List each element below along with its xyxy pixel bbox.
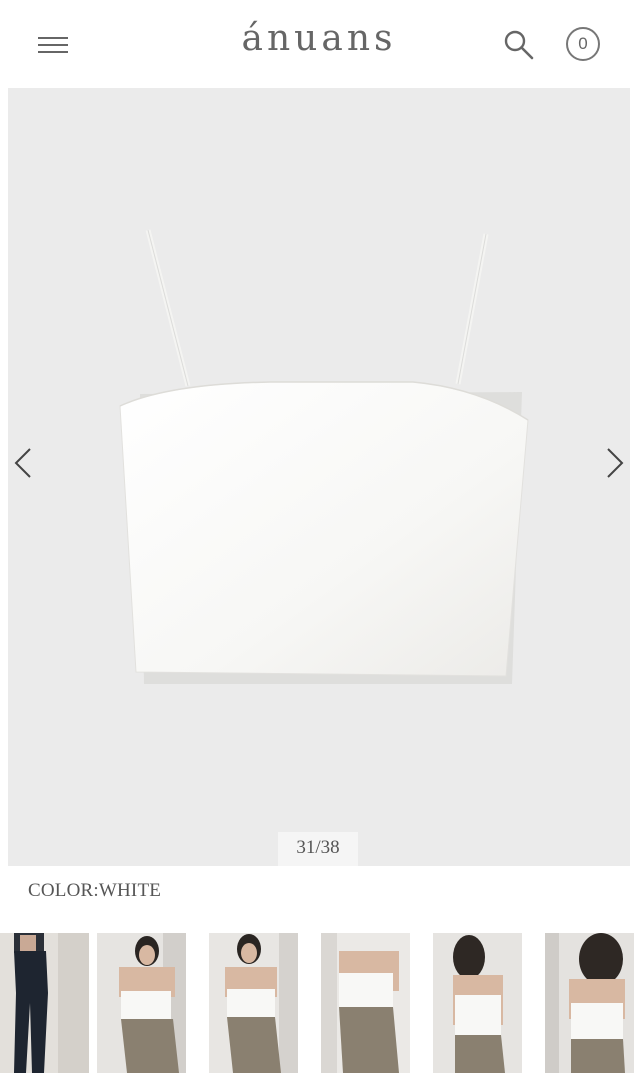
chevron-left-icon[interactable] xyxy=(10,443,40,483)
color-label: COLOR:WHITE xyxy=(28,880,162,901)
product-image-gallery[interactable]: 31/38 xyxy=(8,88,630,866)
brand-logo[interactable]: ánuans xyxy=(0,18,638,59)
cart-button[interactable]: 0 xyxy=(566,27,600,61)
image-counter: 31/38 xyxy=(278,832,358,866)
thumbnail-6[interactable] xyxy=(545,933,634,1073)
thumbnail-3[interactable] xyxy=(209,933,298,1073)
thumbnail-strip xyxy=(0,933,638,1073)
thumbnail-2[interactable] xyxy=(97,933,186,1073)
site-header: ánuans 0 xyxy=(0,0,638,88)
product-image xyxy=(119,229,529,684)
thumbnail-4[interactable] xyxy=(321,933,410,1073)
thumbnail-5[interactable] xyxy=(433,933,522,1073)
thumbnail-1[interactable] xyxy=(0,933,89,1073)
search-icon[interactable] xyxy=(502,28,536,62)
chevron-right-icon[interactable] xyxy=(598,443,628,483)
